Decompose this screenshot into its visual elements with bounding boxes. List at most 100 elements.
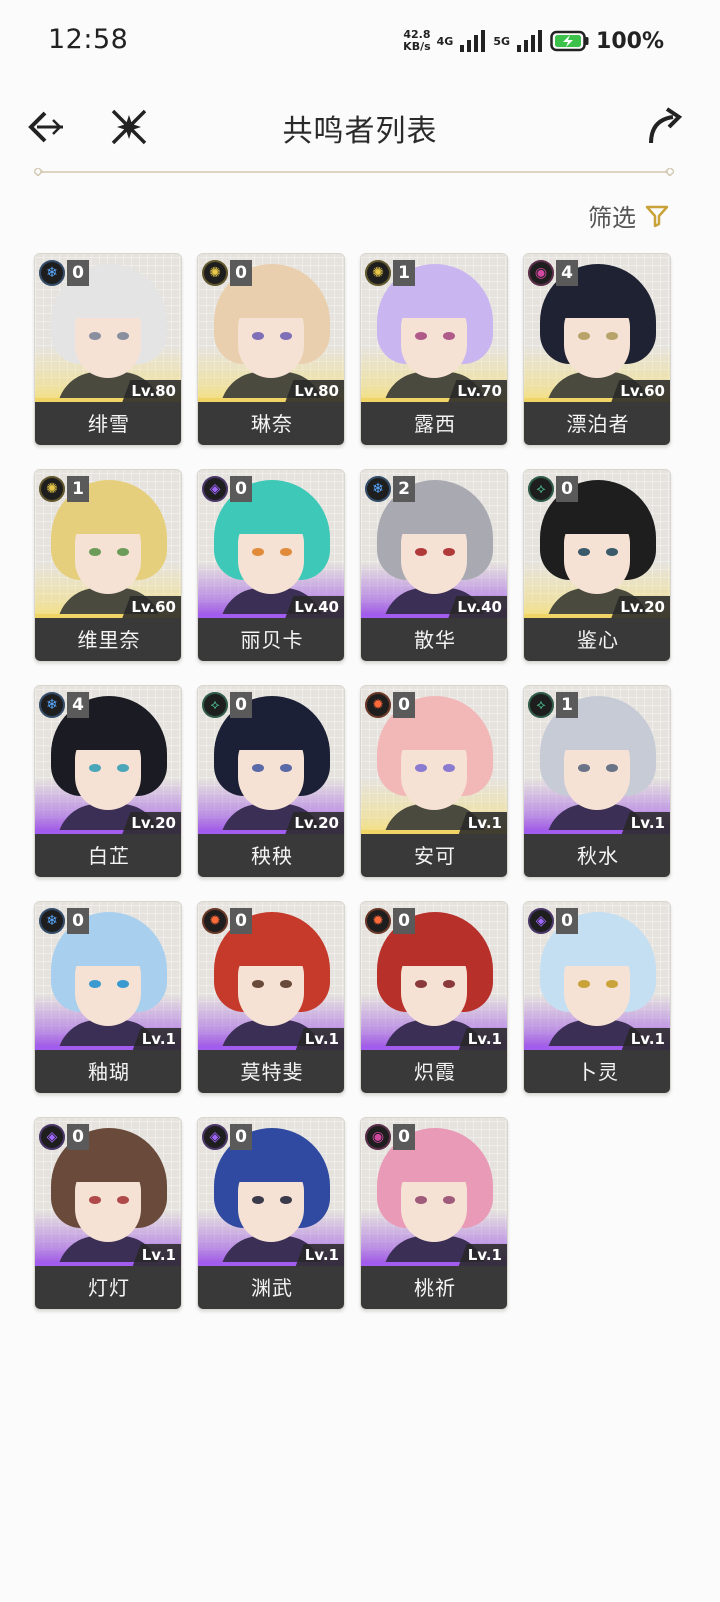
glacio-element-icon: ❄ bbox=[365, 476, 391, 502]
resonator-card[interactable]: ◉ 0 Lv.1 桃祈 bbox=[360, 1117, 508, 1310]
resonator-name: 露西 bbox=[361, 402, 507, 445]
sequence-badge: 0 bbox=[67, 260, 89, 286]
battery-percent: 100% bbox=[596, 28, 664, 54]
portrait-eye bbox=[252, 980, 264, 988]
network-type-4g: 4G bbox=[437, 35, 454, 48]
sequence-badge: 0 bbox=[230, 1124, 252, 1150]
level-label: Lv.1 bbox=[132, 1028, 181, 1050]
portrait-eye bbox=[252, 764, 264, 772]
resonator-card[interactable]: ◈ 0 Lv.1 渊武 bbox=[197, 1117, 345, 1310]
sequence-badge: 4 bbox=[67, 692, 89, 718]
level-label: Lv.80 bbox=[122, 380, 181, 402]
network-speed-unit: KB/s bbox=[403, 40, 431, 53]
level-label: Lv.1 bbox=[295, 1028, 344, 1050]
filter-button[interactable]: 筛选 bbox=[588, 198, 670, 233]
resonator-card[interactable]: ✹ 0 Lv.1 安可 bbox=[360, 685, 508, 878]
resonator-card[interactable]: ❄ 0 Lv.1 釉瑚 bbox=[34, 901, 182, 1094]
resonator-name: 绯雪 bbox=[35, 402, 181, 445]
resonator-name: 桃祈 bbox=[361, 1266, 507, 1309]
portrait-eye bbox=[89, 980, 101, 988]
portrait-eye bbox=[606, 980, 618, 988]
level-label: Lv.1 bbox=[458, 1028, 507, 1050]
resonator-card[interactable]: ✺ 1 Lv.70 露西 bbox=[360, 253, 508, 446]
level-label: Lv.1 bbox=[295, 1244, 344, 1266]
sequence-badge: 0 bbox=[230, 476, 252, 502]
portrait-eye bbox=[117, 1196, 129, 1204]
spectro-element-icon: ✺ bbox=[365, 260, 391, 286]
glacio-element-icon: ❄ bbox=[39, 692, 65, 718]
network-speed: 42.8 KB/s bbox=[403, 29, 430, 53]
electro-element-icon: ◈ bbox=[202, 476, 228, 502]
resonator-card[interactable]: ⟡ 1 Lv.1 秋水 bbox=[523, 685, 671, 878]
resonator-card[interactable]: ◈ 0 Lv.1 卜灵 bbox=[523, 901, 671, 1094]
share-button[interactable] bbox=[640, 102, 690, 152]
resonator-card[interactable]: ⟡ 0 Lv.20 鉴心 bbox=[523, 469, 671, 662]
spectro-element-icon: ✺ bbox=[39, 476, 65, 502]
electro-element-icon: ◈ bbox=[39, 1124, 65, 1150]
sequence-badge: 0 bbox=[393, 908, 415, 934]
portrait-eye bbox=[117, 980, 129, 988]
glacio-element-icon: ❄ bbox=[39, 908, 65, 934]
resonator-name: 炽霞 bbox=[361, 1050, 507, 1093]
sequence-badge: 0 bbox=[230, 260, 252, 286]
level-label: Lv.80 bbox=[285, 380, 344, 402]
resonator-card[interactable]: ❄ 0 Lv.80 绯雪 bbox=[34, 253, 182, 446]
resonator-name: 白芷 bbox=[35, 834, 181, 877]
portrait-eye bbox=[443, 332, 455, 340]
resonator-grid: ❄ 0 Lv.80 绯雪 ✺ 0 Lv.80 琳奈 ✺ 1 Lv.70 露西 ◉… bbox=[34, 253, 674, 1310]
network-4g-label: 4G bbox=[436, 34, 454, 48]
level-label: Lv.20 bbox=[285, 812, 344, 834]
portrait-eye bbox=[578, 980, 590, 988]
sequence-badge: 0 bbox=[556, 908, 578, 934]
portrait-eye bbox=[415, 548, 427, 556]
resonator-name: 秧秧 bbox=[198, 834, 344, 877]
portrait-eye bbox=[252, 332, 264, 340]
page-title: 共鸣者列表 bbox=[282, 114, 438, 149]
resonator-card[interactable]: ✺ 0 Lv.80 琳奈 bbox=[197, 253, 345, 446]
sequence-badge: 0 bbox=[67, 1124, 89, 1150]
portrait-eye bbox=[578, 332, 590, 340]
resonator-name: 莫特斐 bbox=[198, 1050, 344, 1093]
resonator-card[interactable]: ⟡ 0 Lv.20 秧秧 bbox=[197, 685, 345, 878]
resonator-name: 卜灵 bbox=[524, 1050, 670, 1093]
portrait-eye bbox=[415, 1196, 427, 1204]
battery-indicator: 100% bbox=[550, 29, 664, 54]
portrait-eye bbox=[443, 1196, 455, 1204]
portrait-eye bbox=[280, 980, 292, 988]
resonator-card[interactable]: ◈ 0 Lv.1 灯灯 bbox=[34, 1117, 182, 1310]
portrait-eye bbox=[443, 764, 455, 772]
sequence-badge: 0 bbox=[230, 692, 252, 718]
spectro-element-icon: ✺ bbox=[202, 260, 228, 286]
portrait-eye bbox=[415, 980, 427, 988]
portrait-eye bbox=[280, 1196, 292, 1204]
resonator-name: 釉瑚 bbox=[35, 1050, 181, 1093]
aero-element-icon: ⟡ bbox=[202, 692, 228, 718]
resonator-card[interactable]: ✹ 0 Lv.1 莫特斐 bbox=[197, 901, 345, 1094]
portrait-eye bbox=[578, 548, 590, 556]
resonator-card[interactable]: ✺ 1 Lv.60 维里奈 bbox=[34, 469, 182, 662]
resonator-name: 秋水 bbox=[524, 834, 670, 877]
fusion-element-icon: ✹ bbox=[365, 692, 391, 718]
level-label: Lv.1 bbox=[458, 812, 507, 834]
sequence-badge: 0 bbox=[393, 1124, 415, 1150]
level-label: Lv.1 bbox=[621, 812, 670, 834]
signal-icon bbox=[460, 30, 486, 52]
status-time: 12:58 bbox=[48, 24, 129, 55]
top-bar: 共鸣者列表 bbox=[0, 92, 720, 164]
resonator-card[interactable]: ❄ 2 Lv.40 散华 bbox=[360, 469, 508, 662]
resonator-card[interactable]: ❄ 4 Lv.20 白芷 bbox=[34, 685, 182, 878]
resonator-card[interactable]: ◉ 4 Lv.60 漂泊者 bbox=[523, 253, 671, 446]
portrait-eye bbox=[280, 332, 292, 340]
sequence-badge: 0 bbox=[230, 908, 252, 934]
resonator-name: 渊武 bbox=[198, 1266, 344, 1309]
resonator-name: 鉴心 bbox=[524, 618, 670, 661]
portrait-eye bbox=[415, 764, 427, 772]
resonator-card[interactable]: ◈ 0 Lv.40 丽贝卡 bbox=[197, 469, 345, 662]
portrait-eye bbox=[280, 764, 292, 772]
resonator-name: 漂泊者 bbox=[524, 402, 670, 445]
status-bar: 12:58 42.8 KB/s 4G 5G 100% bbox=[0, 0, 720, 82]
resonator-name: 维里奈 bbox=[35, 618, 181, 661]
portrait-eye bbox=[117, 548, 129, 556]
resonator-card[interactable]: ✹ 0 Lv.1 炽霞 bbox=[360, 901, 508, 1094]
battery-charging-icon bbox=[550, 30, 589, 52]
